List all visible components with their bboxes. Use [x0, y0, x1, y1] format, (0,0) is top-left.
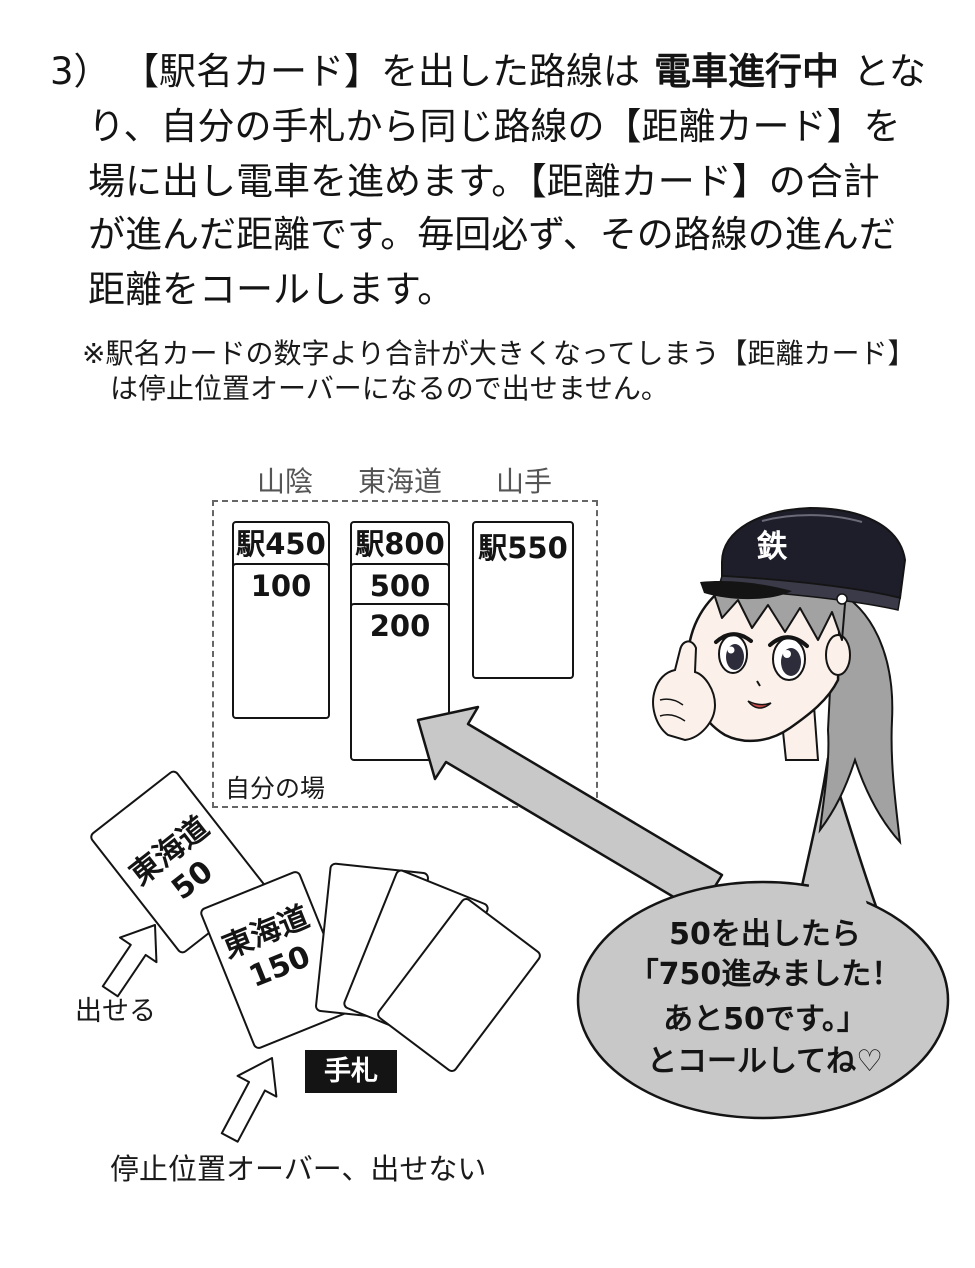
bubble-line-2: 「750進みました！ [628, 957, 902, 992]
ear [825, 634, 851, 676]
bubble-line-1: 50を出したら [669, 917, 861, 952]
playable-arrow-icon [101, 924, 158, 998]
hat-button [836, 593, 848, 605]
hat-emblem: 鉄 [757, 529, 788, 565]
not-playable-arrow-icon [220, 1057, 278, 1143]
bubble-line-4: とコールしてね♡ [647, 1044, 883, 1079]
conductor-character: 鉄 [652, 506, 907, 845]
right-eye-highlight [783, 650, 791, 658]
bubble-line-3: あと50です。」 [663, 1002, 867, 1037]
left-eye-highlight [727, 646, 735, 654]
